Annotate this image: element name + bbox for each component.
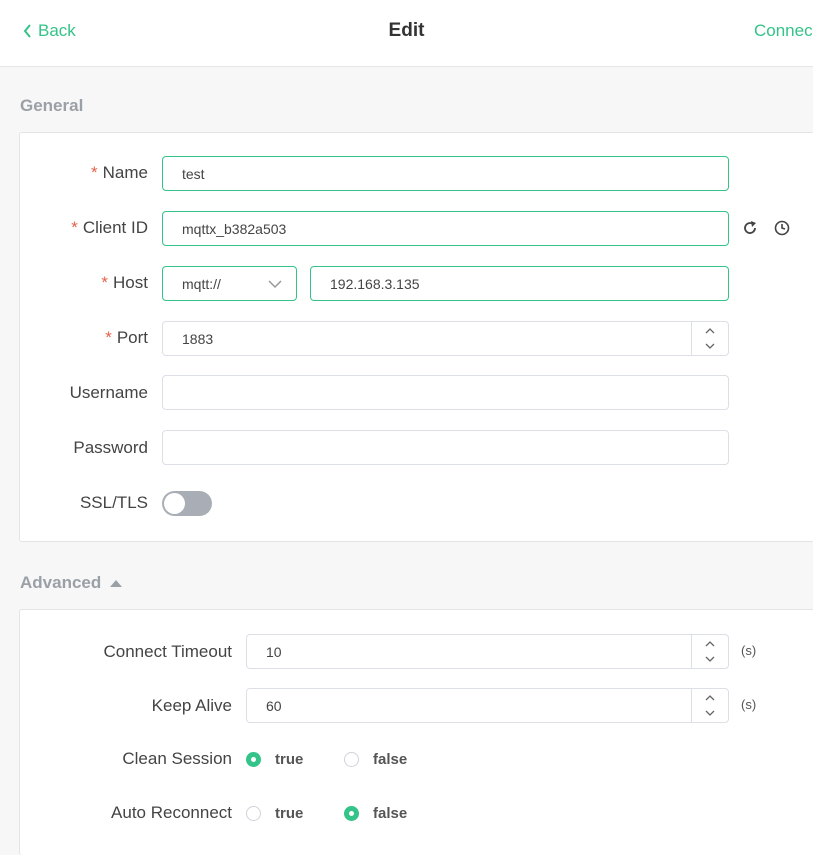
clean-session-true-radio[interactable]: true — [246, 751, 303, 768]
advanced-title-text: Advanced — [20, 573, 102, 592]
refresh-icon[interactable] — [741, 219, 759, 237]
keep-alive-increment-button[interactable] — [692, 689, 728, 706]
top-bar: Back Edit Connect — [0, 0, 813, 67]
port-stepper — [691, 322, 728, 355]
ssl-toggle[interactable] — [162, 491, 212, 516]
host-label-text: Host — [113, 273, 148, 292]
port-decrement-button[interactable] — [692, 339, 728, 356]
connect-timeout-stepper — [691, 635, 728, 668]
chevron-down-icon — [705, 710, 715, 717]
caret-up-icon — [110, 580, 123, 587]
client-id-value: mqttx_b382a503 — [182, 220, 287, 237]
general-title-text: General — [20, 96, 84, 115]
chevron-up-icon — [705, 640, 715, 647]
client-id-label-text: Client ID — [82, 218, 148, 237]
radio-selected-dot — [344, 806, 359, 821]
password-input[interactable] — [162, 430, 729, 465]
radio-label: false — [373, 805, 408, 822]
radio-dot — [344, 752, 359, 767]
required-mark: * — [71, 218, 78, 237]
port-increment-button[interactable] — [692, 322, 728, 339]
port-label: * Port — [105, 328, 148, 348]
name-input[interactable]: test — [162, 156, 729, 191]
port-input[interactable]: 1883 — [162, 321, 729, 356]
radio-selected-dot — [246, 752, 261, 767]
keep-alive-input[interactable]: 60 — [246, 688, 729, 723]
ssl-label: SSL/TLS — [79, 493, 148, 512]
general-card: * Name test * Client ID mqttx_b382a503 * Ho… — [19, 132, 813, 542]
connect-timeout-increment-button[interactable] — [692, 635, 728, 652]
radio-label: false — [373, 751, 408, 768]
chevron-up-icon — [705, 694, 715, 701]
connect-timeout-unit: (s) — [741, 643, 757, 658]
page-title: Edit — [388, 20, 425, 41]
connect-timeout-decrement-button[interactable] — [692, 652, 728, 669]
connect-timeout-input[interactable]: 10 — [246, 634, 729, 669]
host-input[interactable]: 192.168.3.135 — [310, 266, 729, 301]
general-section-title: General — [20, 96, 83, 116]
protocol-select[interactable]: mqtt:// — [162, 266, 297, 301]
chevron-up-icon — [705, 327, 715, 334]
advanced-card: Connect Timeout 10 (s) Keep Alive 60 (s)… — [19, 609, 813, 855]
advanced-section-title[interactable]: Advanced — [20, 573, 123, 593]
host-label: * Host — [101, 273, 148, 293]
connect-button[interactable]: Connect — [754, 21, 813, 41]
chevron-down-icon — [268, 280, 282, 289]
clock-icon[interactable] — [773, 219, 791, 237]
auto-reconnect-label: Auto Reconnect — [111, 803, 232, 822]
port-label-text: Port — [116, 328, 148, 347]
keep-alive-decrement-button[interactable] — [692, 706, 728, 723]
host-value: 192.168.3.135 — [330, 275, 420, 292]
keep-alive-value: 60 — [266, 697, 282, 714]
clean-session-false-radio[interactable]: false — [344, 751, 407, 768]
auto-reconnect-false-radio[interactable]: false — [344, 805, 407, 822]
chevron-down-icon — [705, 656, 715, 663]
required-mark: * — [91, 163, 98, 182]
keep-alive-unit: (s) — [741, 697, 757, 712]
protocol-value: mqtt:// — [182, 275, 221, 292]
connect-timeout-value: 10 — [266, 643, 282, 660]
keep-alive-label: Keep Alive — [151, 696, 232, 715]
radio-dot — [246, 806, 261, 821]
client-id-label: * Client ID — [71, 218, 148, 238]
name-label-text: Name — [102, 163, 148, 182]
name-label: * Name — [91, 163, 148, 183]
required-mark: * — [101, 273, 109, 292]
toggle-knob — [164, 493, 185, 514]
username-label: Username — [69, 383, 148, 402]
connect-timeout-label: Connect Timeout — [103, 642, 232, 661]
radio-label: true — [275, 751, 304, 768]
chevron-down-icon — [705, 343, 715, 350]
clean-session-label: Clean Session — [122, 749, 232, 768]
port-value: 1883 — [182, 330, 214, 347]
radio-label: true — [275, 805, 304, 822]
username-input[interactable] — [162, 375, 729, 410]
name-value: test — [182, 165, 205, 182]
required-mark: * — [105, 328, 112, 347]
keep-alive-stepper — [691, 689, 728, 722]
password-label: Password — [73, 438, 148, 457]
client-id-input[interactable]: mqttx_b382a503 — [162, 211, 729, 246]
auto-reconnect-true-radio[interactable]: true — [246, 805, 303, 822]
